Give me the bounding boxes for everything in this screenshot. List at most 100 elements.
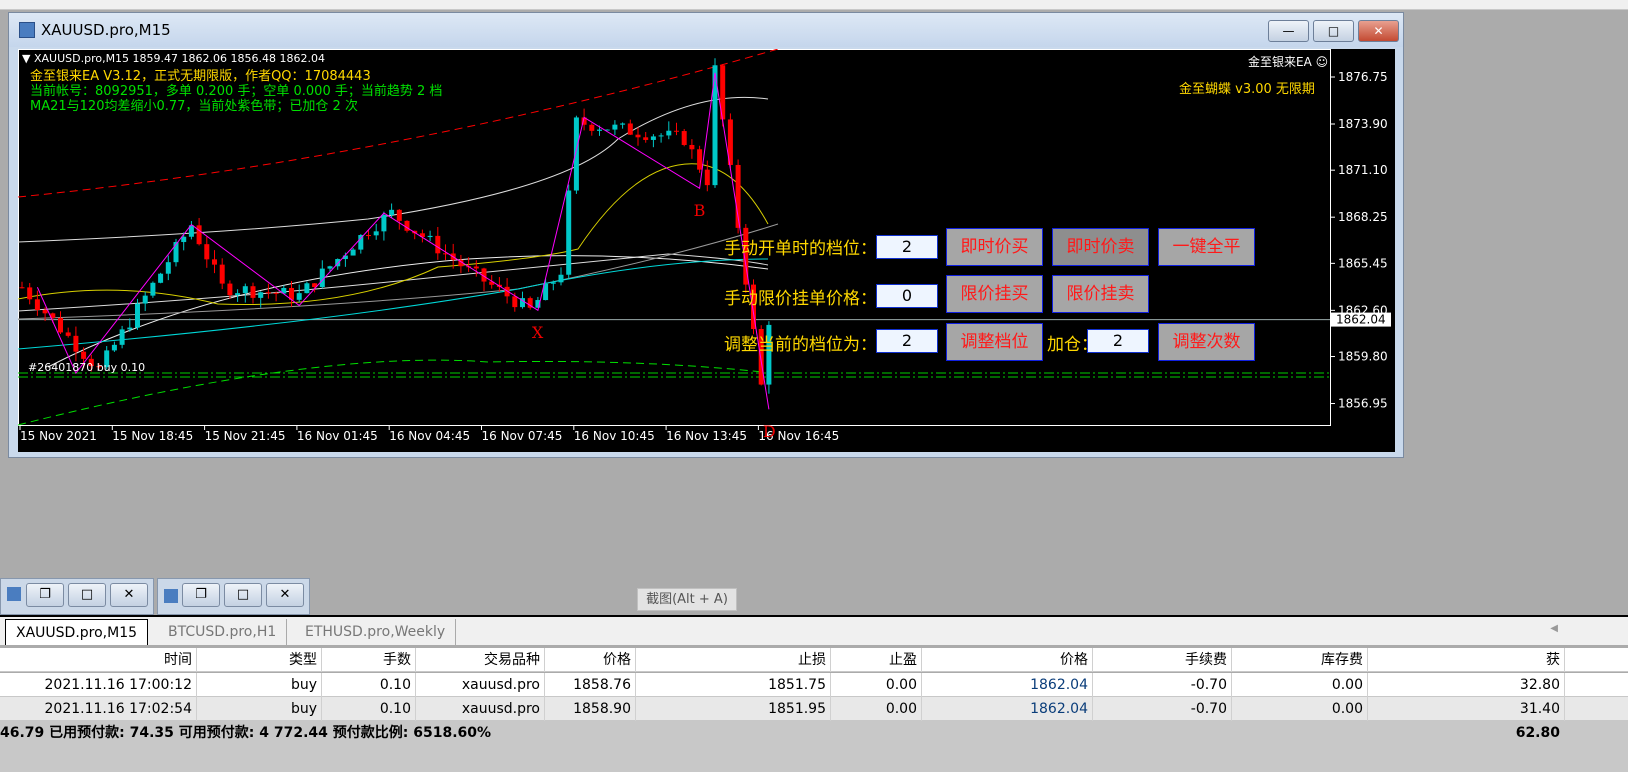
table-cell: 0.10	[322, 673, 416, 697]
candle-body	[42, 310, 48, 314]
price-tick-label: 1873.90	[1338, 117, 1388, 131]
sell-now-button[interactable]: 即时价卖	[1052, 228, 1149, 266]
candle-body	[265, 292, 271, 294]
table-row[interactable]: 2021.11.16 17:02:54 buy 0.10 xauusd.pro 1858…	[0, 697, 1628, 721]
candle-body	[566, 190, 572, 275]
candle-body	[381, 215, 387, 232]
candle-body	[304, 283, 310, 294]
table-cell: buy	[197, 697, 322, 721]
candle-body	[273, 292, 279, 294]
table-cell: 2021.11.16 17:00:12	[0, 673, 197, 697]
time-tick-label: 16 Nov 01:45	[297, 429, 378, 443]
table-cell: 库存费	[1232, 648, 1368, 672]
table-cell: 0.00	[1232, 697, 1368, 721]
table-cell: buy	[197, 673, 322, 697]
candle-body	[658, 135, 664, 137]
ea-version: 金至蝴蝶 v3.00 无限期	[1179, 82, 1315, 97]
candle-body	[550, 282, 556, 284]
close-button[interactable]: ✕	[1358, 20, 1399, 42]
restore-button[interactable]: ❐	[182, 583, 220, 607]
candle-body	[589, 124, 595, 131]
adjust-level-input[interactable]: 2	[876, 329, 938, 353]
limit-buy-button[interactable]: 限价挂买	[946, 275, 1043, 313]
tab-ethusd[interactable]: ETHUSD.pro,Weekly	[295, 619, 457, 645]
status-bar-lower	[0, 745, 1628, 772]
candle-body	[258, 292, 264, 298]
table-cell: 0.00	[831, 697, 922, 721]
candle-body	[73, 335, 79, 352]
candle-body	[127, 327, 133, 330]
candle-body	[242, 286, 248, 294]
time-tick-label: 16 Nov 13:45	[666, 429, 747, 443]
close-button[interactable]: ✕	[110, 583, 148, 607]
add-position-input[interactable]: 2	[1087, 329, 1149, 353]
candle-body	[597, 129, 602, 131]
table-cell: xauusd.pro	[416, 697, 545, 721]
ma-white-upper	[18, 96, 769, 243]
candle-body	[435, 235, 441, 254]
scroll-left-icon[interactable]: ◀	[1550, 623, 1558, 634]
candle-body	[650, 136, 656, 140]
minimized-window-2[interactable]: ❐ □ ✕	[157, 578, 310, 615]
ma-gray	[18, 223, 779, 320]
ea-name: 金至银来EA ☺	[1248, 53, 1328, 70]
close-all-button[interactable]: 一键全平	[1158, 228, 1255, 266]
chart-header: ▼ XAUUSD.pro,M15 1859.47 1862.06 1856.48…	[22, 52, 325, 65]
table-cell: 0.00	[1232, 673, 1368, 697]
candle-body	[296, 293, 302, 300]
table-cell: 交易品种	[416, 648, 545, 672]
time-tick-label: 15 Nov 18:45	[112, 429, 193, 443]
candle-body	[34, 299, 40, 311]
candle-body	[512, 296, 518, 308]
restore-button[interactable]: ❐	[26, 583, 64, 607]
maximize-button[interactable]: □	[1313, 20, 1354, 42]
candle-body	[620, 123, 626, 125]
total-profit: 62.80	[1515, 725, 1560, 741]
candle-body	[427, 235, 433, 238]
candle-body	[58, 317, 63, 333]
zigzag-line	[36, 72, 770, 410]
price-tick-label: 1868.25	[1338, 210, 1388, 224]
price-tick-label: 1876.75	[1338, 70, 1388, 84]
manual-level-input[interactable]: 2	[876, 235, 938, 259]
table-header[interactable]: 时间 类型 手数 交易品种 价格 止损 止盈 价格 手续费 库存费获	[0, 648, 1628, 672]
candle-body	[212, 259, 217, 265]
smiley-icon: ☺	[1315, 55, 1329, 69]
price-tick-label: 1871.10	[1338, 163, 1388, 177]
ma-yellow	[18, 163, 769, 306]
account-summary: 46.79 已用预付款: 74.35 可用预付款: 4 772.44 预付款比例…	[0, 725, 492, 741]
window-titlebar[interactable]: XAUUSD.pro,M15 — □ ✕	[9, 13, 1403, 47]
price-tick-label: 1859.80	[1338, 350, 1388, 364]
time-tick-label: 16 Nov 04:45	[389, 429, 470, 443]
window-title: XAUUSD.pro,M15	[41, 21, 171, 39]
table-cell: 类型	[197, 648, 322, 672]
candle-body	[111, 344, 117, 351]
adjust-level-button[interactable]: 调整档位	[946, 323, 1043, 361]
adjust-count-button[interactable]: 调整次数	[1158, 323, 1255, 361]
chart-plot[interactable]: 1876.75 1873.90 1871.10 1868.25 1865.45 1862.…	[18, 49, 1395, 452]
time-tick-label: 15 Nov 21:45	[205, 429, 286, 443]
tab-xauusd[interactable]: XAUUSD.pro,M15	[5, 619, 149, 645]
minimize-button[interactable]: —	[1268, 20, 1309, 42]
buy-now-button[interactable]: 即时价买	[946, 228, 1043, 266]
candle-body	[573, 117, 579, 191]
tab-btcusd[interactable]: BTCUSD.pro,H1	[158, 619, 288, 645]
close-button[interactable]: ✕	[266, 583, 304, 607]
current-price-label: 1862.04	[1336, 313, 1386, 327]
table-row[interactable]: 2021.11.16 17:00:12 buy 0.10 xauusd.pro 1858…	[0, 673, 1628, 697]
order-label: #26401870 buy 0.10	[28, 361, 146, 374]
candle-body	[204, 244, 210, 260]
limit-price-input[interactable]: 0	[876, 284, 938, 308]
price-tick-label: 1865.45	[1338, 256, 1388, 270]
table-cell: xauusd.pro	[416, 673, 545, 697]
limit-sell-button[interactable]: 限价挂卖	[1052, 275, 1149, 313]
maximize-button[interactable]: □	[68, 583, 106, 607]
candle-body	[358, 235, 364, 250]
manual-level-label: 手动开单时的档位：	[724, 239, 877, 259]
maximize-button[interactable]: □	[224, 583, 262, 607]
candle-body	[389, 209, 395, 216]
minimized-window-1[interactable]: ❐ □ ✕	[0, 578, 154, 615]
candle-body	[643, 137, 649, 140]
table-cell: 1851.75	[636, 673, 831, 697]
candle-body	[219, 264, 225, 284]
